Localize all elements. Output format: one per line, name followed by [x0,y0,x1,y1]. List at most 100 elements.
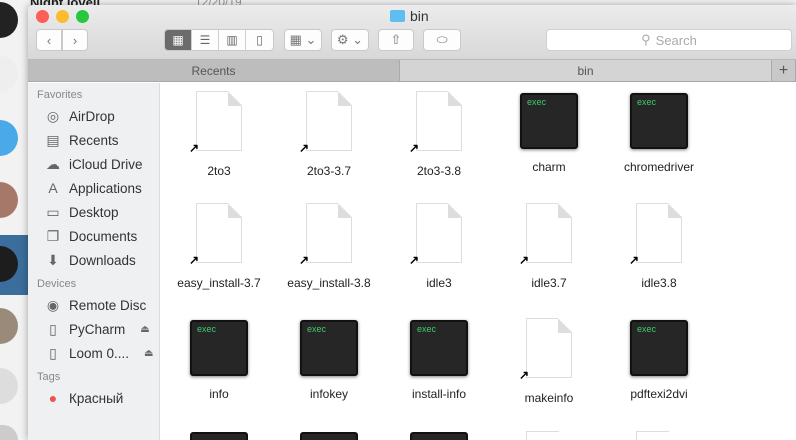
tab-bin[interactable]: bin [400,60,772,81]
alias-document-icon: ↗ [629,203,689,267]
tab-recents[interactable]: Recents [28,60,400,81]
icon-view-button[interactable]: ▦ [165,30,192,50]
file-item[interactable]: exec chromedriver [604,91,714,174]
avatar[interactable] [0,308,18,344]
exec-badge: exec [527,97,547,107]
avatar[interactable] [0,56,18,92]
view-mode-segmented[interactable]: ▦ ☰ ▥ ▯ [164,29,274,51]
new-tab-button[interactable]: + [772,60,796,81]
alias-arrow-icon: ↗ [299,141,310,155]
alias-document-icon: ↗ [189,203,249,267]
file-item[interactable]: exec charm [494,91,604,174]
document-icon [526,431,572,440]
sidebar-item-icloud-drive[interactable]: ☁ iCloud Drive [28,152,159,176]
zoom-button[interactable] [76,10,89,23]
sidebar-item-documents[interactable]: ❐ Documents [28,224,159,248]
file-item[interactable]: ↗ idle3 [384,203,494,290]
alias-document-icon: ↗ [519,203,579,267]
file-item[interactable]: ↗ idle3.7 [494,203,604,290]
file-item[interactable]: ↗ 2to3-3.8 [384,91,494,178]
sidebar-item-label: Красный [69,390,124,406]
list-view-button[interactable]: ☰ [192,30,219,50]
file-item-partial[interactable] [384,431,494,440]
executable-icon: exec [630,93,688,149]
search-input[interactable]: ⚲ Search [546,29,792,51]
group-by-button[interactable]: ▦ ⌄ [284,29,322,51]
file-name: install-info [411,387,467,401]
file-item[interactable]: ↗ easy_install-3.8 [274,203,384,290]
sidebar-item-label: AirDrop [69,108,115,124]
file-item[interactable]: ↗ makeinfo [494,318,604,405]
executable-icon [300,432,358,440]
sidebar-item-label: Downloads [69,252,136,268]
sidebar-item-loom[interactable]: ▯ Loom 0.... ⏏ [28,341,159,365]
alias-document-icon: ↗ [189,91,249,155]
file-name: 2to3-3.8 [416,164,462,178]
action-button[interactable]: ⚙ ⌄ [331,29,369,51]
close-button[interactable] [36,10,49,23]
executable-icon: exec [630,320,688,376]
back-button[interactable]: ‹ [36,29,62,51]
cloud-icon: ☁ [46,155,60,172]
file-name: infokey [309,387,349,401]
file-name: 2to3-3.7 [306,164,352,178]
avatar[interactable] [0,368,18,404]
file-name: info [209,387,229,401]
downloads-icon: ⬇ [47,251,59,268]
window-title: bin [390,8,429,24]
gallery-view-button[interactable]: ▯ [246,30,273,50]
drive-icon: ▯ [49,344,57,361]
sidebar-item-remote-disc[interactable]: ◉ Remote Disc [28,293,159,317]
sidebar-item-label: iCloud Drive [69,156,143,172]
file-item[interactable]: exec infokey [274,318,384,401]
file-item[interactable]: ↗ 2to3-3.7 [274,91,384,178]
file-item[interactable]: exec info [164,318,274,401]
alias-document-icon: ↗ [409,91,469,155]
file-item[interactable]: ↗ 2to3 [164,91,274,178]
share-icon: ⇧ [390,32,402,47]
sidebar-item-tag-red[interactable]: ● Красный [28,386,159,410]
file-name: idle3.8 [641,276,677,290]
file-item-partial[interactable] [494,431,604,440]
share-button[interactable]: ⇧ [378,29,414,51]
file-name: easy_install-3.7 [177,276,261,290]
avatar[interactable] [0,425,18,440]
column-view-button[interactable]: ▥ [219,30,246,50]
forward-button[interactable]: › [62,29,88,51]
file-item-partial[interactable] [604,431,714,440]
executable-icon [190,432,248,440]
sidebar-item-label: Desktop [69,204,119,220]
tag-icon: ⬭ [436,32,448,47]
sidebar-item-applications[interactable]: A Applications [28,176,159,200]
avatar[interactable] [0,182,18,218]
eject-icon[interactable]: ⏏ [144,348,153,359]
file-name: idle3 [426,276,452,290]
airdrop-icon: ◎ [46,107,60,124]
minimize-button[interactable] [56,10,69,23]
avatar[interactable] [0,2,18,38]
file-name: pdftexi2dvi [630,387,688,401]
sidebar-item-label: Documents [69,228,138,244]
folder-icon [390,10,405,22]
file-item[interactable]: exec install-info [384,318,494,401]
sidebar-item-desktop[interactable]: ▭ Desktop [28,200,159,224]
sidebar-item-downloads[interactable]: ⬇ Downloads [28,248,159,272]
alias-arrow-icon: ↗ [519,253,530,267]
search-icon: ⚲ [641,32,651,47]
eject-icon[interactable]: ⏏ [140,324,149,335]
background-chat-list [0,0,30,440]
file-item[interactable]: ↗ idle3.8 [604,203,714,290]
avatar[interactable] [0,120,18,156]
file-item-partial[interactable] [274,431,384,440]
file-item-partial[interactable] [164,431,274,440]
tag-button[interactable]: ⬭ [423,29,461,51]
file-item[interactable]: ↗ easy_install-3.7 [164,203,274,290]
sidebar-item-recents[interactable]: ▤ Recents [28,128,159,152]
executable-icon: exec [190,320,248,376]
tab-label: bin [577,63,594,78]
sidebar-item-airdrop[interactable]: ◎ AirDrop [28,104,159,128]
search-placeholder: Search [655,32,697,48]
file-item[interactable]: exec pdftexi2dvi [604,318,714,401]
drive-icon: ▯ [49,320,57,337]
sidebar-item-pycharm[interactable]: ▯ PyCharm ⏏ [28,317,159,341]
